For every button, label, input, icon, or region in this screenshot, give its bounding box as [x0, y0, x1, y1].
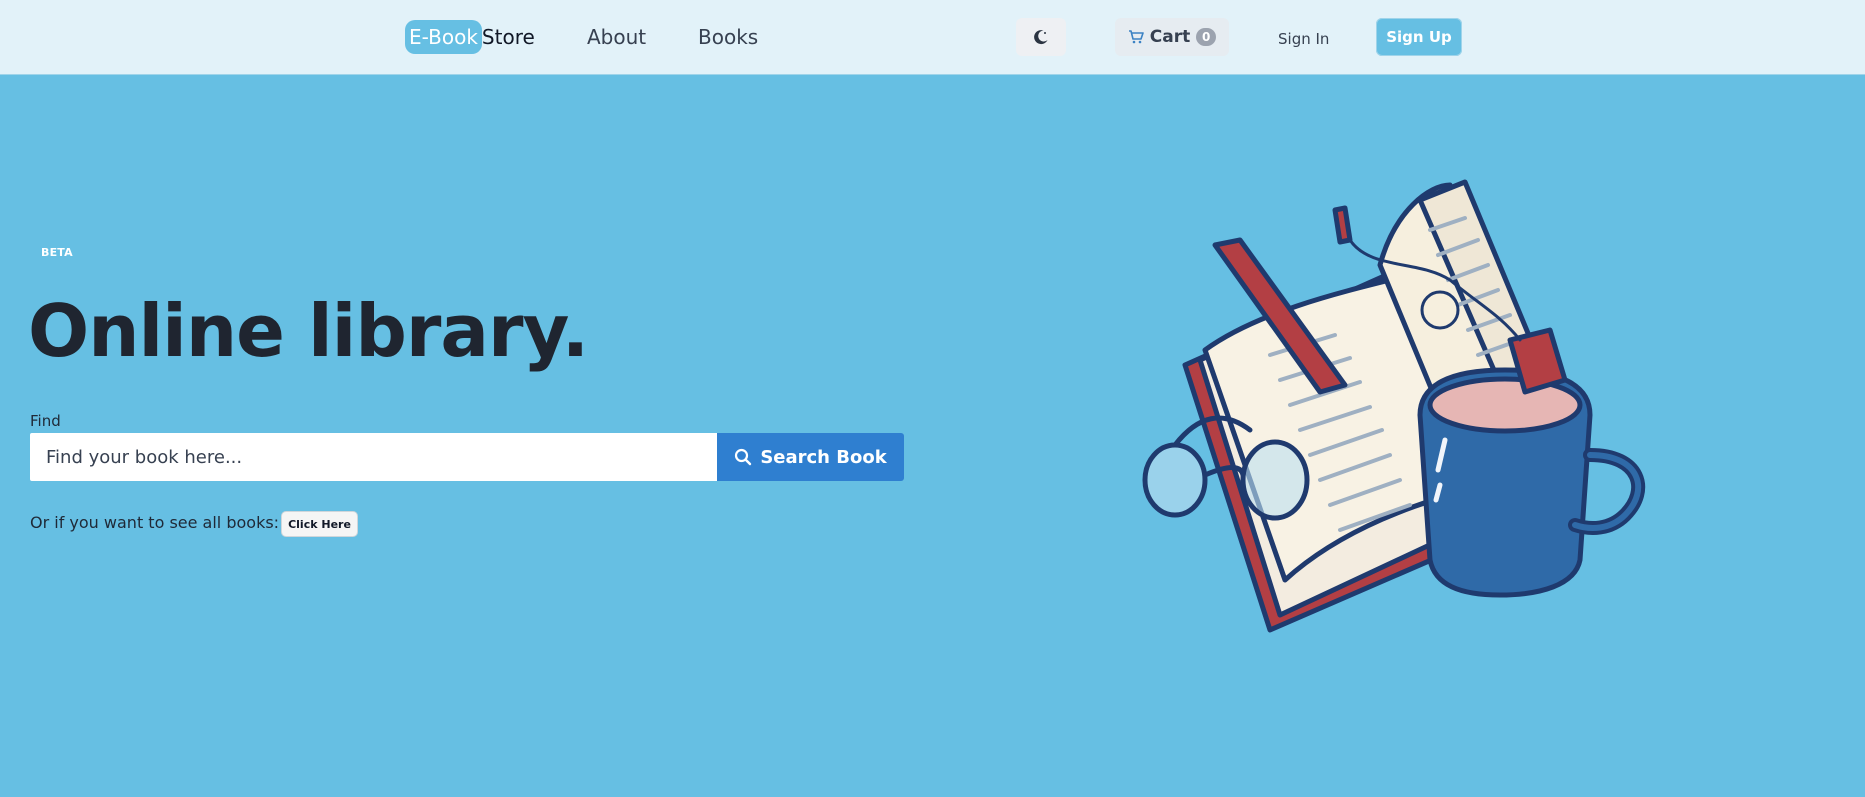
nav-link-about[interactable]: About — [587, 24, 646, 50]
book-coffee-illustration — [1142, 179, 1646, 633]
all-books-text: Or if you want to see all books: — [30, 513, 280, 532]
brand-highlight: E-Book — [405, 20, 482, 54]
page-title: Online library. — [28, 289, 589, 373]
click-here-button[interactable]: Click Here — [281, 511, 358, 537]
top-navbar: E-Book Store About Books Cart 0 Sign In S… — [0, 0, 1865, 75]
cart-button[interactable]: Cart 0 — [1115, 18, 1229, 56]
sign-up-button[interactable]: Sign Up — [1376, 18, 1462, 56]
cart-label: Cart — [1149, 27, 1191, 47]
nav-link-books[interactable]: Books — [698, 24, 758, 50]
theme-toggle-button[interactable] — [1016, 18, 1066, 56]
sign-in-link[interactable]: Sign In — [1278, 30, 1329, 48]
brand-logo[interactable]: E-Book Store — [405, 20, 535, 54]
search-icon — [735, 448, 752, 466]
search-button-label: Search Book — [760, 446, 887, 468]
search-book-button[interactable]: Search Book — [717, 433, 904, 481]
find-label: Find — [30, 412, 61, 430]
search-input[interactable] — [30, 433, 718, 481]
brand-rest: Store — [481, 25, 535, 49]
moon-icon — [1034, 30, 1048, 45]
beta-badge: BETA — [41, 246, 73, 259]
cart-icon — [1128, 30, 1144, 44]
cart-count-badge: 0 — [1196, 28, 1217, 46]
